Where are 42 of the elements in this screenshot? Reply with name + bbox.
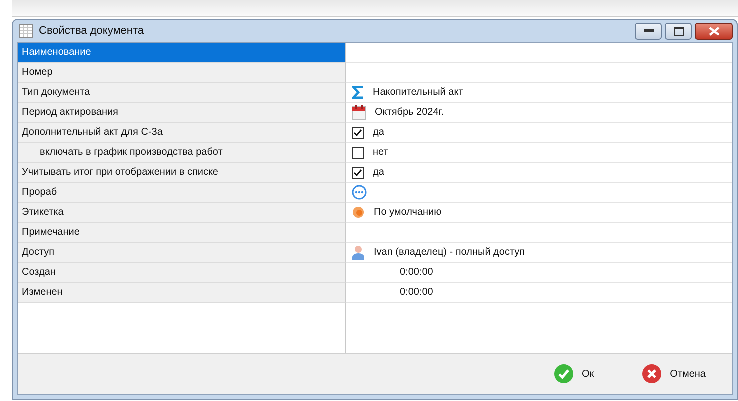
property-label[interactable]: Доступ — [18, 243, 346, 263]
property-label[interactable]: Изменен — [18, 283, 346, 303]
window-icon — [19, 24, 33, 38]
property-label[interactable]: включать в график производства работ — [18, 143, 346, 163]
property-value: 0:00:00 — [400, 287, 434, 298]
property-label[interactable]: Номер — [18, 63, 346, 83]
calendar-icon — [352, 105, 366, 120]
property-label[interactable]: Дополнительный акт для С-3а — [18, 123, 346, 143]
property-value: нет — [373, 147, 388, 158]
minimize-icon — [644, 29, 654, 33]
sigma-icon — [352, 86, 364, 99]
property-label[interactable]: Создан — [18, 263, 346, 283]
checkbox[interactable] — [352, 126, 364, 138]
property-value: 0:00:00 — [400, 267, 434, 278]
ok-button[interactable]: Ок — [550, 362, 598, 386]
property-label[interactable]: Этикетка — [18, 203, 346, 223]
checkmark-icon — [554, 364, 574, 384]
property-label[interactable]: Прораб — [18, 183, 346, 203]
property-label[interactable]: Наименование — [18, 43, 346, 63]
close-button[interactable] — [695, 22, 733, 40]
property-label[interactable]: Учитывать итог при отображении в списке — [18, 163, 346, 183]
property-value: По умолчанию — [374, 207, 442, 218]
tag-icon — [352, 206, 365, 219]
maximize-icon — [674, 26, 684, 36]
minimize-button[interactable] — [635, 22, 662, 40]
property-value: да — [373, 167, 384, 178]
property-value: Ivan (владелец) - полный доступ — [374, 247, 526, 258]
window-title: Свойства документа — [39, 25, 144, 37]
cancel-button[interactable]: Отмена — [638, 362, 710, 386]
property-label[interactable]: Период актирования — [18, 103, 346, 123]
checkbox[interactable] — [352, 146, 364, 158]
property-value: Октябрь 2024г. — [375, 107, 444, 118]
more-icon[interactable] — [352, 185, 367, 200]
property-value: Накопительный акт — [373, 87, 464, 98]
cancel-icon — [642, 364, 662, 384]
maximize-button[interactable] — [665, 22, 692, 40]
property-value: да — [373, 127, 384, 138]
property-label[interactable]: Примечание — [18, 223, 346, 243]
property-label[interactable]: Тип документа — [18, 83, 346, 103]
close-icon — [708, 26, 720, 36]
checkbox[interactable] — [352, 166, 364, 178]
user-icon — [352, 244, 365, 260]
